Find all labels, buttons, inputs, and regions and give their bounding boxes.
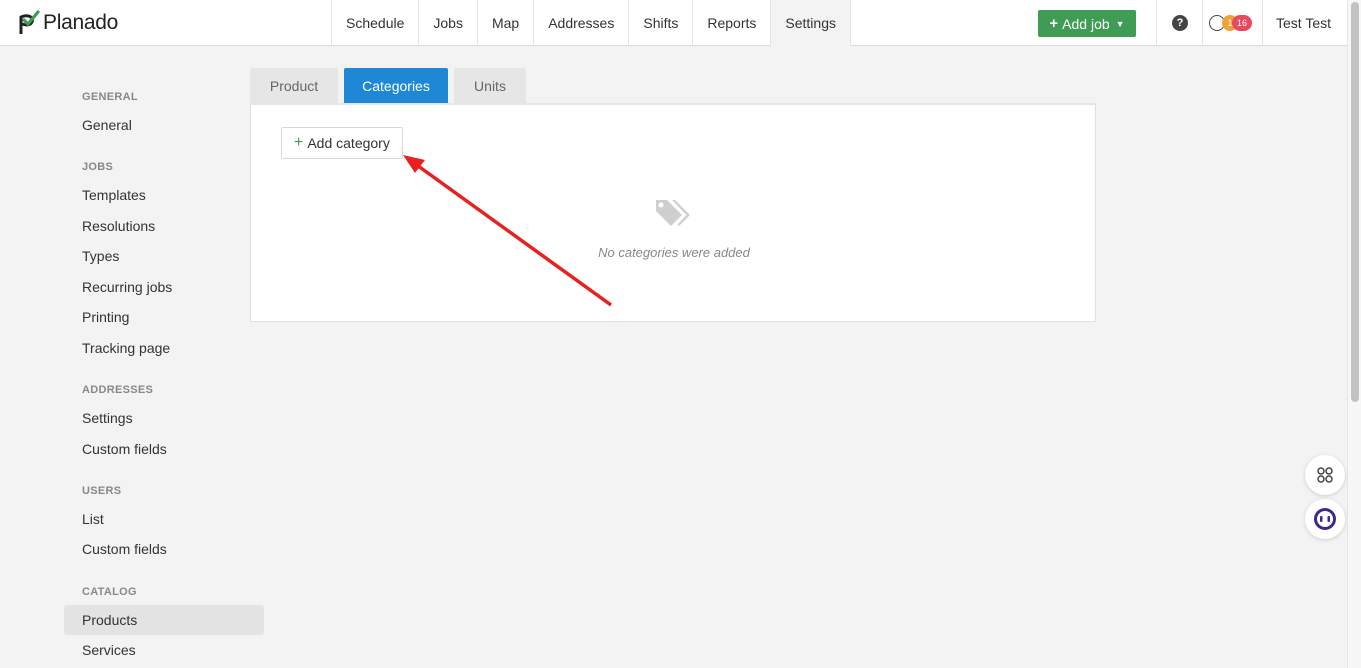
sidebar-item-address-settings[interactable]: Settings xyxy=(64,403,264,433)
section-general: GENERAL xyxy=(82,91,138,103)
sidebar-item-services[interactable]: Services xyxy=(64,635,264,665)
page-scrollbar[interactable] xyxy=(1347,0,1361,668)
section-catalog: CATALOG xyxy=(82,586,137,598)
section-users: USERS xyxy=(82,485,122,497)
tags-icon xyxy=(656,200,690,226)
planado-logo[interactable]: Planado xyxy=(18,10,118,36)
sidebar-item-tracking-page[interactable]: Tracking page xyxy=(64,333,264,363)
nav-settings[interactable]: Settings xyxy=(770,0,851,46)
tab-categories[interactable]: Categories xyxy=(344,68,448,104)
divider xyxy=(1262,0,1263,46)
scrollbar-thumb[interactable] xyxy=(1351,2,1359,402)
sidebar-item-users-custom-fields[interactable]: Custom fields xyxy=(64,534,264,564)
sidebar-item-recurring-jobs[interactable]: Recurring jobs xyxy=(64,272,264,302)
caret-down-icon: ▼ xyxy=(1115,18,1125,29)
nav-schedule[interactable]: Schedule xyxy=(331,0,418,46)
sidebar-item-types[interactable]: Types xyxy=(64,241,264,271)
apps-grid-button[interactable] xyxy=(1305,455,1345,495)
nav-reports[interactable]: Reports xyxy=(692,0,770,46)
add-category-button[interactable]: + Add category xyxy=(281,127,403,159)
help-icon[interactable]: ? xyxy=(1172,15,1188,31)
chat-assistant-button[interactable] xyxy=(1305,499,1345,539)
top-bar: Planado Schedule Jobs Map Addresses Shif… xyxy=(0,0,1347,46)
plus-icon: + xyxy=(294,134,304,151)
grid-icon xyxy=(1317,467,1333,483)
plus-icon: + xyxy=(1049,15,1059,32)
section-jobs: JOBS xyxy=(82,161,114,173)
add-job-label: Add job xyxy=(1062,15,1110,32)
nav-jobs[interactable]: Jobs xyxy=(418,0,477,46)
tab-product[interactable]: Product xyxy=(250,68,338,104)
section-addresses: ADDRESSES xyxy=(82,384,154,396)
sidebar-item-users-list[interactable]: List xyxy=(64,504,264,534)
categories-panel: + Add category No categories were added xyxy=(250,103,1096,322)
sidebar-item-general[interactable]: General xyxy=(64,110,264,140)
empty-state-text: No categories were added xyxy=(598,245,750,260)
nav-shifts[interactable]: Shifts xyxy=(628,0,692,46)
notification-badge: 16 xyxy=(1232,15,1252,31)
sidebar-item-templates[interactable]: Templates xyxy=(64,180,264,210)
main-nav: Schedule Jobs Map Addresses Shifts Repor… xyxy=(331,0,851,46)
nav-addresses[interactable]: Addresses xyxy=(533,0,628,46)
user-menu[interactable]: Test Test xyxy=(1276,15,1331,31)
chat-bot-icon xyxy=(1314,508,1336,530)
sidebar-item-printing[interactable]: Printing xyxy=(64,302,264,332)
sidebar-item-address-custom-fields[interactable]: Custom fields xyxy=(64,434,264,464)
add-job-button[interactable]: + Add job ▼ xyxy=(1038,10,1136,37)
nav-map[interactable]: Map xyxy=(476,0,533,46)
add-category-label: Add category xyxy=(307,135,390,151)
tab-units[interactable]: Units xyxy=(454,68,526,104)
planado-logo-icon xyxy=(19,10,40,34)
divider xyxy=(1156,0,1157,46)
divider xyxy=(1202,0,1203,46)
sidebar-item-products[interactable]: Products xyxy=(64,605,264,635)
notifications[interactable]: 1 16 xyxy=(1209,14,1257,32)
sidebar-item-resolutions[interactable]: Resolutions xyxy=(64,211,264,241)
app-name: Planado xyxy=(43,11,118,34)
